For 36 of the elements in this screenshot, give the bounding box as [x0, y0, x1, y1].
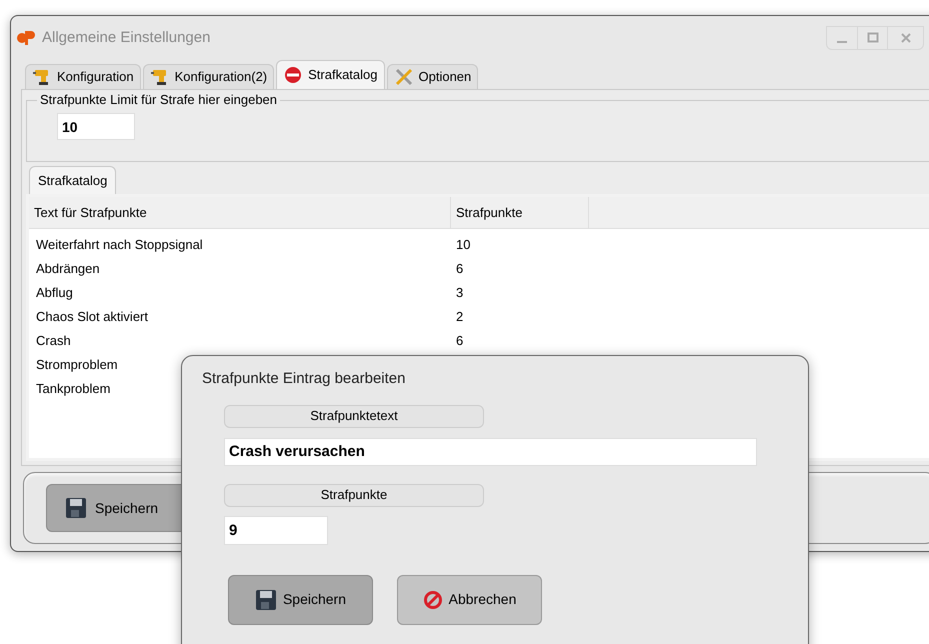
table-cell-text: 3 [455, 284, 464, 302]
column-header[interactable]: Text für Strafpunkte [29, 197, 451, 228]
minimize-icon [837, 41, 847, 43]
window-title: Allgemeine Einstellungen [42, 28, 210, 48]
text-input[interactable]: Crash verursachen [224, 438, 757, 466]
table-cell-text: 6 [455, 332, 464, 350]
table-cell-text: 2 [455, 308, 464, 326]
tools-icon [394, 67, 414, 87]
inner-tab[interactable]: Strafkatalog [29, 166, 116, 194]
tab[interactable]: Konfiguration [25, 64, 141, 89]
close-icon [900, 32, 912, 44]
prohibited-icon [422, 590, 443, 610]
stop-icon [283, 65, 304, 85]
points-label-button[interactable]: Strafpunkte [224, 484, 484, 506]
tab[interactable]: Strafkatalog [276, 60, 384, 89]
table-cell-text: Abflug [36, 284, 73, 302]
table-cell-text: Crash [36, 332, 71, 350]
table-cell-text: 6 [455, 260, 464, 278]
dialog-save-button[interactable]: Speichern [228, 574, 373, 624]
points-input[interactable]: 9 [224, 516, 328, 544]
group-legend: Strafpunkte Limit für Strafe hier eingeben [37, 92, 280, 108]
table-cell-text: Chaos Slot aktiviert [36, 308, 148, 326]
column-header[interactable]: Strafpunkte [451, 197, 589, 228]
table-cell-text: Abdrängen [36, 260, 100, 278]
table-cell-text: Stromproblem [36, 356, 118, 374]
dialog-title: Strafpunkte Eintrag bearbeiten [202, 369, 406, 389]
table-cell-text: 10 [455, 236, 470, 254]
limit-input[interactable]: 10 [57, 113, 135, 140]
app-logo-icon [16, 29, 36, 47]
table-cell-text: Weiterfahrt nach Stoppsignal [36, 236, 203, 254]
maximize-icon [866, 32, 878, 44]
table-cell-text: Tankproblem [36, 380, 110, 398]
tab[interactable]: Konfiguration(2) [142, 64, 274, 89]
text-label-button[interactable]: Strafpunktetext [224, 404, 484, 428]
cancel-button[interactable]: Abbrechen [397, 574, 542, 624]
tab[interactable]: Optionen [386, 64, 478, 89]
